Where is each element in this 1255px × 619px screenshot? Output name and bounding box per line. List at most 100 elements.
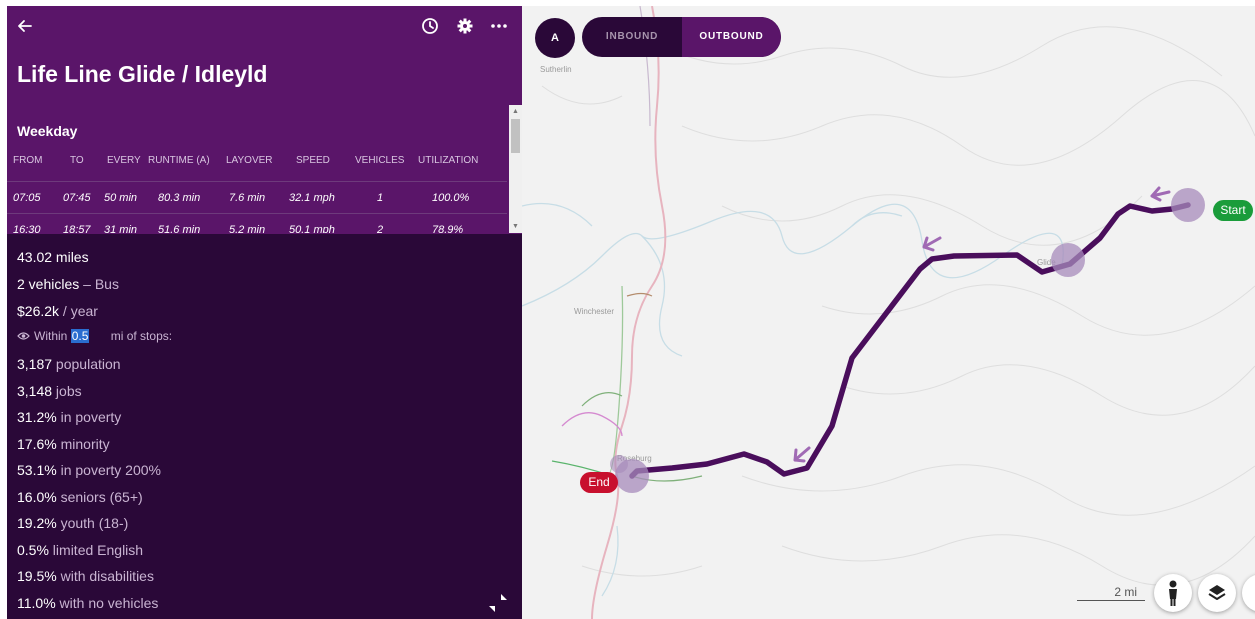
stat-youth: 19.2% youth (18-) xyxy=(17,515,128,531)
inbound-tab[interactable]: INBOUND xyxy=(582,17,682,57)
direction-arrow-icon xyxy=(793,446,811,463)
column-header-utilization[interactable]: UTILIZATION xyxy=(418,155,478,166)
person-icon xyxy=(1169,580,1177,606)
route-stats: 43.02 miles 2 vehicles – Bus $26.2k / ye… xyxy=(7,234,522,619)
stat-minority: 17.6% minority xyxy=(17,436,110,452)
vehicles-count: 2 vehicles xyxy=(17,276,80,292)
stat-poverty: 31.2% in poverty xyxy=(17,409,121,425)
stat-poverty-200: 53.1% in poverty 200% xyxy=(17,462,161,478)
route-panel: Life Line Glide / Idleyld Weekday FROM T… xyxy=(7,6,522,619)
column-header-runtime[interactable]: RUNTIME (A) xyxy=(148,155,210,166)
cost-unit: / year xyxy=(59,303,98,319)
stat-value: 3,148 xyxy=(17,383,53,399)
cell-speed: 50.1 mph xyxy=(289,224,335,233)
scroll-thumb[interactable] xyxy=(511,119,520,153)
stat-limited-english: 0.5% limited English xyxy=(17,542,143,558)
stat-label: limited English xyxy=(48,542,144,558)
cell-every: 50 min xyxy=(104,192,138,204)
clock-icon[interactable] xyxy=(420,16,440,36)
stat-value: 19.5% xyxy=(17,568,57,584)
stat-label: seniors (65+) xyxy=(56,489,143,505)
stat-disabilities: 19.5% with disabilities xyxy=(17,568,154,584)
agency-button[interactable]: A xyxy=(535,18,575,58)
cell-vehicles: 1 xyxy=(377,192,384,204)
stat-jobs: 3,148 jobs xyxy=(17,383,82,399)
place-label-sutherlin: Sutherlin xyxy=(540,65,572,74)
table-row[interactable]: 16:30 18:57 31 min 51.6 min 5.2 min 50.1… xyxy=(7,213,507,233)
place-label-winchester: Winchester xyxy=(574,307,614,316)
cell-to: 18:57 xyxy=(63,224,91,233)
cell-speed: 32.1 mph xyxy=(289,192,335,204)
layers-button[interactable] xyxy=(1198,574,1236,612)
cell-utilization: 78.9% xyxy=(432,224,464,233)
stat-no-vehicles: 11.0% with no vehicles xyxy=(17,595,158,611)
cell-layover: 5.2 min xyxy=(229,224,266,233)
column-header-to[interactable]: TO xyxy=(70,155,84,166)
stat-miles: 43.02 miles xyxy=(17,249,89,265)
table-row[interactable]: 07:05 07:45 50 min 80.3 min 7.6 min 32.1… xyxy=(7,181,507,213)
route-line[interactable] xyxy=(629,202,1191,479)
schedule-scrollbar[interactable]: ▲ ▼ xyxy=(509,105,522,233)
layers-icon xyxy=(1208,585,1226,600)
cell-layover: 7.6 min xyxy=(229,192,266,204)
within-suffix: mi of stops: xyxy=(110,329,173,343)
vehicles-type: Bus xyxy=(94,276,119,292)
outbound-tab[interactable]: OUTBOUND xyxy=(682,17,781,57)
within-label: Within xyxy=(34,329,68,343)
map-view[interactable]: Winchester Roseburg Sutherlin Glide xyxy=(522,6,1255,619)
cell-vehicles: 2 xyxy=(377,224,384,233)
direction-toggle: INBOUND OUTBOUND xyxy=(582,17,781,57)
column-header-speed[interactable]: SPEED xyxy=(296,155,330,166)
scroll-down-icon[interactable]: ▼ xyxy=(512,223,519,230)
cell-from: 07:05 xyxy=(13,192,41,204)
stat-cost: $26.2k / year xyxy=(17,303,98,319)
stat-population: 3,187 population xyxy=(17,356,121,372)
route-header: Life Line Glide / Idleyld Weekday FROM T… xyxy=(7,6,522,234)
stat-label: youth (18-) xyxy=(56,515,129,531)
gear-icon[interactable] xyxy=(455,16,475,36)
more-horizontal-icon[interactable] xyxy=(489,16,509,36)
stat-value: 17.6% xyxy=(17,436,57,452)
stat-label: with disabilities xyxy=(56,568,154,584)
cost-value: $26.2k xyxy=(17,303,60,319)
stat-label: in poverty xyxy=(56,409,122,425)
route-title: Life Line Glide / Idleyld xyxy=(17,61,268,87)
cell-from: 16:30 xyxy=(13,224,41,233)
schedule-table: Weekday FROM TO EVERY RUNTIME (A) LAYOVE… xyxy=(7,105,522,233)
panel-toolbar xyxy=(7,6,522,46)
stat-value: 19.2% xyxy=(17,515,57,531)
direction-arrows xyxy=(793,186,1171,463)
direction-arrow-icon xyxy=(922,236,942,252)
stop-marker[interactable] xyxy=(1171,188,1205,222)
map-canvas[interactable]: Winchester Roseburg Sutherlin Glide xyxy=(522,6,1255,619)
stop-marker[interactable] xyxy=(1051,243,1085,277)
schedule-day-title: Weekday xyxy=(17,123,78,139)
stat-label: minority xyxy=(56,436,110,452)
direction-arrow-icon xyxy=(1150,186,1171,202)
eye-icon[interactable] xyxy=(17,331,30,341)
end-label: End xyxy=(580,472,618,493)
vehicles-separator: – xyxy=(79,276,95,292)
collapse-icon[interactable] xyxy=(487,592,509,614)
column-header-vehicles[interactable]: VEHICLES xyxy=(355,155,404,166)
cell-to: 07:45 xyxy=(63,192,91,204)
scroll-up-icon[interactable]: ▲ xyxy=(512,108,519,115)
stat-vehicles: 2 vehicles – Bus xyxy=(17,276,119,292)
stat-value: 11.0% xyxy=(17,595,56,611)
stat-label: in poverty 200% xyxy=(56,462,161,478)
stat-value: 31.2% xyxy=(17,409,57,425)
column-header-from[interactable]: FROM xyxy=(13,155,42,166)
column-header-layover[interactable]: LAYOVER xyxy=(226,155,273,166)
within-distance-control: Within 0.5 mi of stops: xyxy=(17,329,172,343)
street-view-button[interactable] xyxy=(1154,574,1192,612)
stat-value: 16.0% xyxy=(17,489,57,505)
stop-marker[interactable] xyxy=(610,455,628,473)
stat-label: population xyxy=(52,356,121,372)
schedule-header-row: FROM TO EVERY RUNTIME (A) LAYOVER SPEED … xyxy=(7,155,507,173)
stat-value: 0.5% xyxy=(17,542,49,558)
column-header-every[interactable]: EVERY xyxy=(107,155,141,166)
cell-runtime: 80.3 min xyxy=(158,192,201,204)
within-distance-input[interactable]: 0.5 xyxy=(70,329,90,343)
stat-seniors: 16.0% seniors (65+) xyxy=(17,489,143,505)
arrow-left-icon[interactable] xyxy=(15,16,35,36)
